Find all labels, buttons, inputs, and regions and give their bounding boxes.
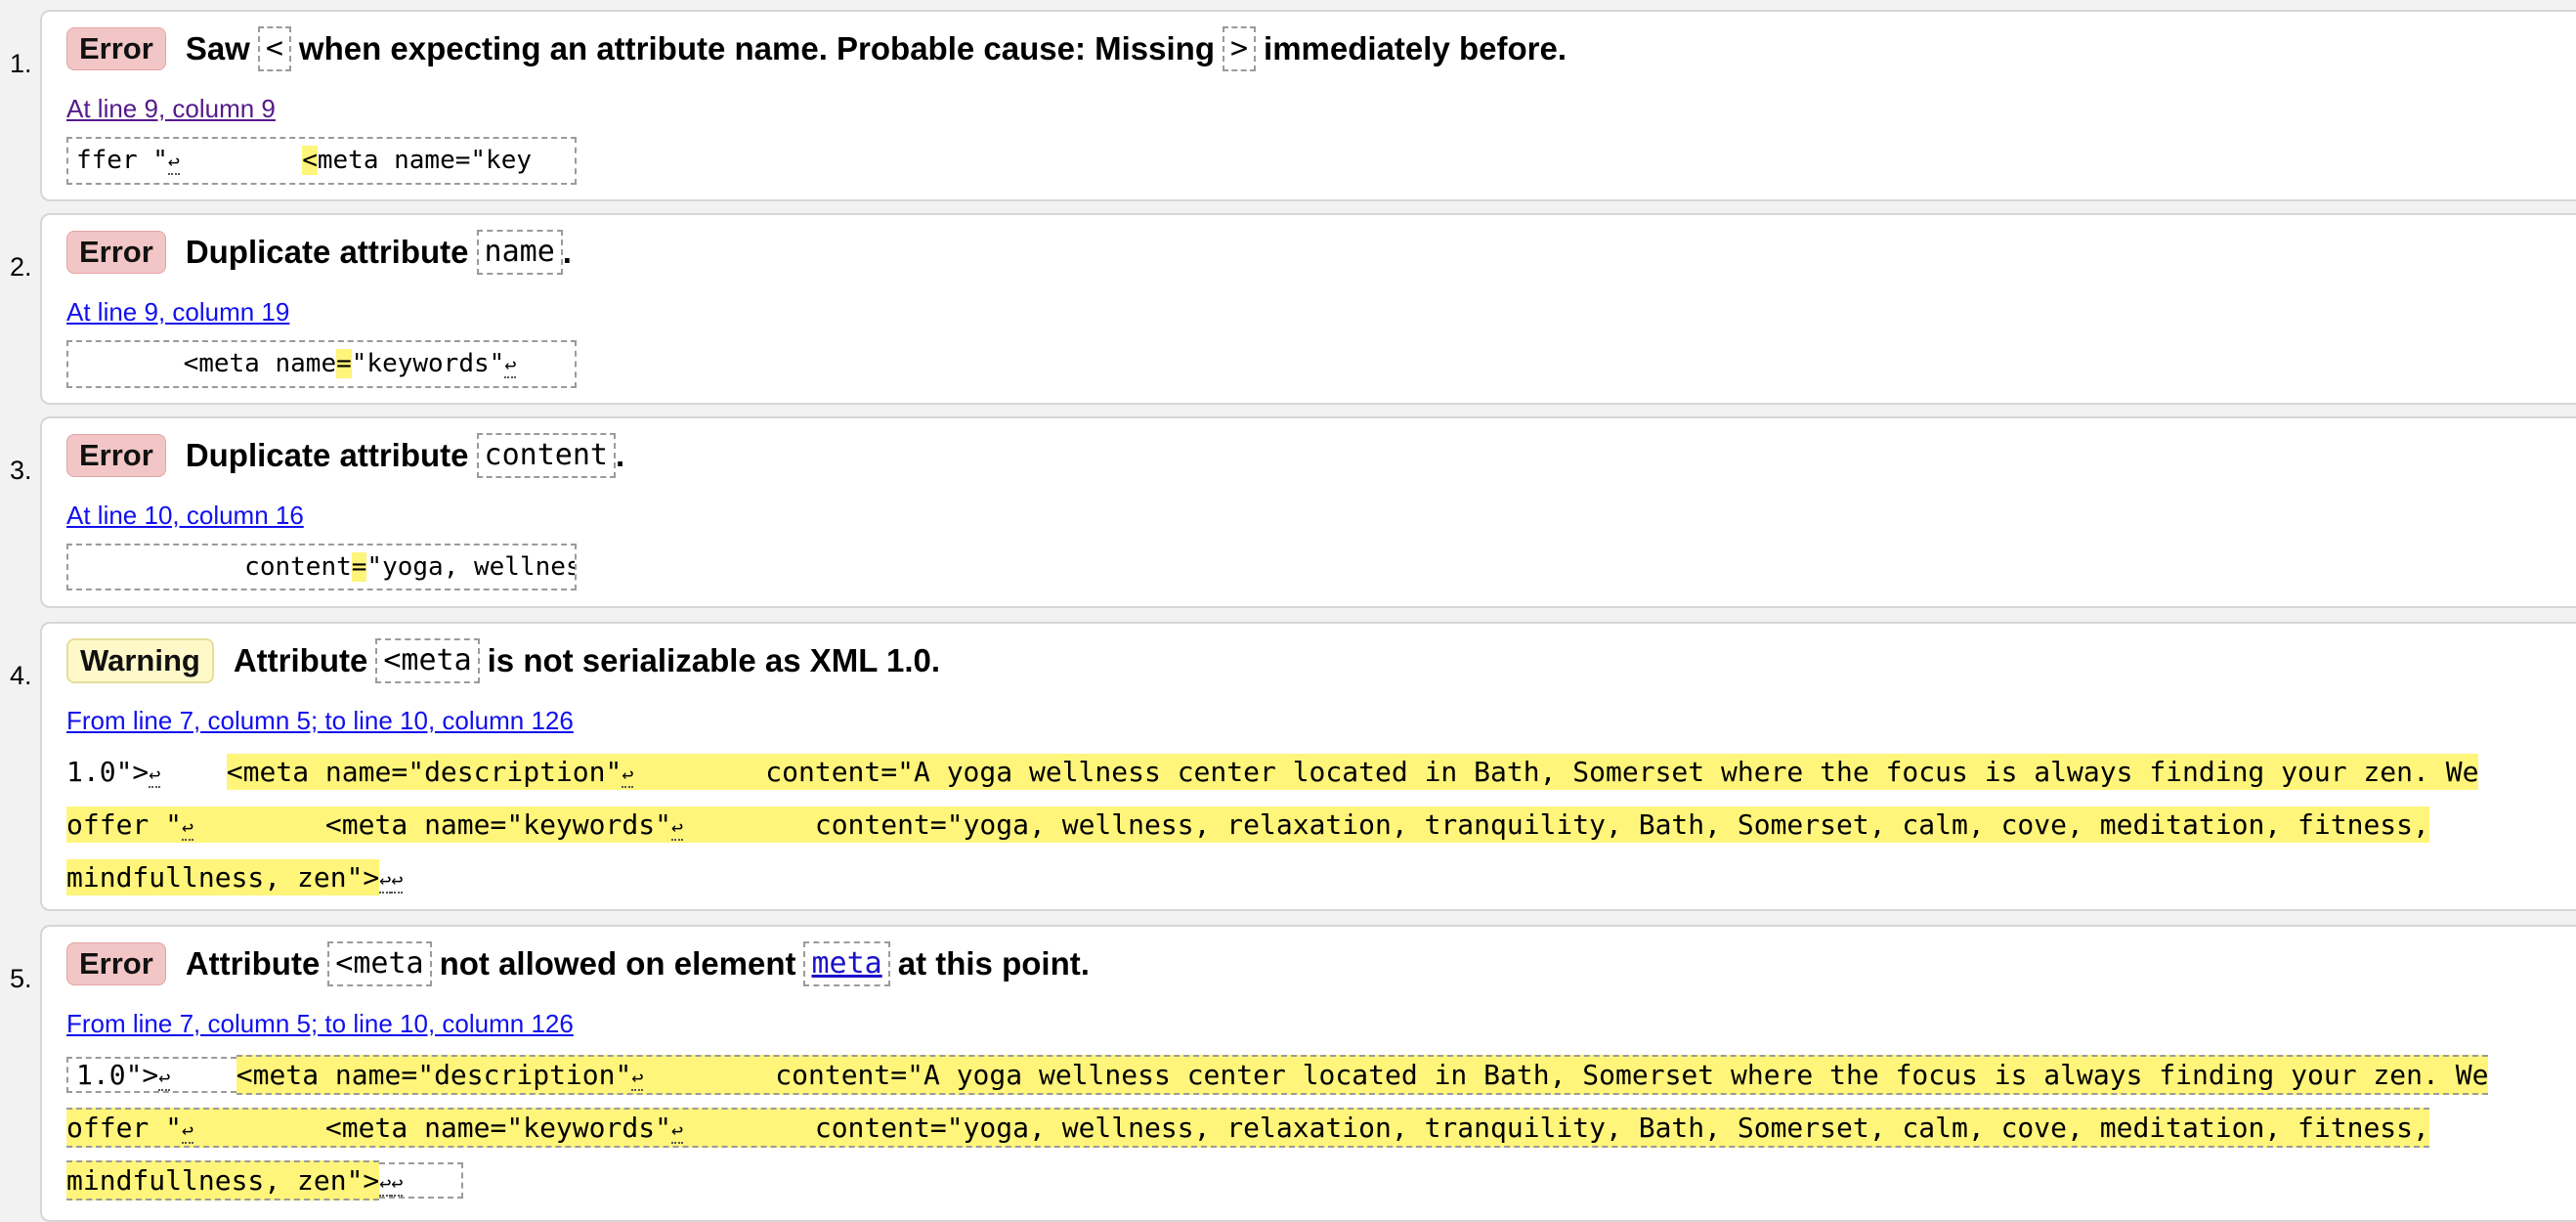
extract-text: "keywords" xyxy=(351,349,505,378)
message-card: Warning Attribute <meta is not serializa… xyxy=(40,622,2576,911)
return-glyph-icon: ↩ xyxy=(149,763,161,788)
message-number: 4. xyxy=(10,661,32,690)
extract-highlight: content="yoga, wellness, relaxation, tra… xyxy=(682,808,2429,841)
message-text: Attribute xyxy=(185,945,321,982)
code-fragment: < xyxy=(257,26,291,71)
source-extract: <meta name="keywords"↩ xyxy=(66,340,577,388)
message-item: 5. Error Attribute <meta not allowed on … xyxy=(0,925,2576,1222)
message-number: 3. xyxy=(10,456,32,485)
message-number: 1. xyxy=(10,49,32,78)
message-item: 4. Warning Attribute <meta is not serial… xyxy=(0,622,2576,911)
extract-highlight: offer " xyxy=(66,808,183,841)
message-number: 5. xyxy=(10,964,32,993)
extract-line: offer "↩ <meta name="keywords"↩ content=… xyxy=(66,1103,2549,1156)
message-text: immediately before. xyxy=(1264,30,1567,66)
extract-text: "yoga, wellnes xyxy=(366,552,577,582)
message-card: Error Saw < when expecting an attribute … xyxy=(40,10,2576,201)
return-glyph-icon: ↩ xyxy=(158,1066,171,1091)
extract-highlight: content="A yoga wellness center located … xyxy=(643,1059,2489,1091)
message-heading: Warning Attribute <meta is not serializa… xyxy=(66,638,940,683)
code-fragment: content xyxy=(476,433,616,478)
code-fragment: <meta xyxy=(327,941,432,986)
message-card: Error Attribute <meta not allowed on ele… xyxy=(40,925,2576,1222)
message-number: 2. xyxy=(10,252,32,282)
location-link[interactable]: At line 10, column 16 xyxy=(66,501,304,531)
location-link[interactable]: From line 7, column 5; to line 10, colum… xyxy=(66,706,574,736)
source-extract: content="yoga, wellnes xyxy=(66,544,577,590)
extract-highlight: mindfullness, zen"> xyxy=(66,861,380,894)
extract-highlight: mindfullness, zen"> xyxy=(66,1164,380,1197)
message-text: at this point. xyxy=(897,945,1090,982)
message-card: Error Duplicate attribute content . At l… xyxy=(40,416,2576,608)
warning-badge: Warning xyxy=(66,638,214,683)
return-glyph-icon: ↩ xyxy=(167,150,180,175)
error-badge: Error xyxy=(66,942,166,985)
extract-line: 1.0">↩ <meta name="description"↩ content… xyxy=(66,747,2549,800)
extract-highlight: <meta name="keywords" xyxy=(193,1112,671,1144)
extract-highlight: = xyxy=(336,349,352,378)
extract-line: 1.0">↩ <meta name="description"↩ content… xyxy=(66,1050,2549,1103)
location-link[interactable]: At line 9, column 9 xyxy=(66,94,276,124)
element-spec-link[interactable]: meta xyxy=(803,941,890,986)
return-glyph-icon: ↩ xyxy=(182,1118,194,1144)
extract-line: mindfullness, zen">↩↩ xyxy=(66,1156,2549,1208)
extract-line: offer "↩ <meta name="keywords"↩ content=… xyxy=(66,800,2549,852)
code-fragment: > xyxy=(1222,26,1257,71)
extract-highlight: <meta name="description" xyxy=(236,1059,632,1091)
message-text: Saw xyxy=(185,30,250,66)
extract-text: 1.0"> xyxy=(66,756,150,788)
extract-highlight: content="yoga, wellness, relaxation, tra… xyxy=(682,1112,2429,1144)
extract-highlight: <meta name="description" xyxy=(226,756,623,788)
extract-text: <meta name xyxy=(76,349,337,378)
return-glyph-icon: ↩ xyxy=(391,868,404,894)
code-fragment: <meta xyxy=(375,638,480,683)
message-item: 2. Error Duplicate attribute name . At l… xyxy=(0,213,2576,405)
extract-text: ffer " xyxy=(76,146,168,175)
return-glyph-icon: ↩ xyxy=(670,1118,683,1144)
extract-text: content xyxy=(76,552,352,582)
return-glyph-icon: ↩ xyxy=(379,1171,392,1197)
extract-highlight: offer " xyxy=(66,1112,183,1144)
message-text: not allowed on element xyxy=(439,945,796,982)
message-text: . xyxy=(615,437,625,473)
source-extract: 1.0">↩ <meta name="description"↩ content… xyxy=(66,1050,2549,1208)
extract-highlight: content="A yoga wellness center located … xyxy=(633,756,2479,788)
message-item: 3. Error Duplicate attribute content . A… xyxy=(0,416,2576,608)
return-glyph-icon: ↩ xyxy=(670,815,683,841)
message-heading: Error Attribute <meta not allowed on ele… xyxy=(66,941,1090,986)
return-glyph-icon: ↩ xyxy=(391,1171,404,1197)
message-heading: Error Duplicate attribute content . xyxy=(66,433,624,478)
message-text: when expecting an attribute name. Probab… xyxy=(298,30,1215,66)
location-link[interactable]: At line 9, column 19 xyxy=(66,297,289,327)
location-link[interactable]: From line 7, column 5; to line 10, colum… xyxy=(66,1009,574,1039)
message-text: is not serializable as XML 1.0. xyxy=(487,642,941,678)
message-text: Attribute xyxy=(233,642,368,678)
code-fragment: name xyxy=(476,230,563,275)
extract-line: mindfullness, zen">↩↩ xyxy=(66,852,2549,905)
return-glyph-icon: ↩ xyxy=(631,1066,644,1091)
message-heading: Error Saw < when expecting an attribute … xyxy=(66,26,1567,71)
extract-text: 1.0"> xyxy=(76,1059,159,1091)
extract-highlight: = xyxy=(351,552,367,582)
message-text: Duplicate attribute xyxy=(185,234,469,270)
extract-highlight: <meta name="keywords" xyxy=(193,808,671,841)
error-badge: Error xyxy=(66,231,166,274)
message-card: Error Duplicate attribute name . At line… xyxy=(40,213,2576,405)
validator-results: 1. Error Saw < when expecting an attribu… xyxy=(0,0,2576,1222)
extract-text xyxy=(180,146,302,175)
return-glyph-icon: ↩ xyxy=(504,353,517,378)
source-extract: ffer "↩ <meta name="key xyxy=(66,137,577,185)
message-text: . xyxy=(562,234,572,270)
error-badge: Error xyxy=(66,27,166,70)
return-glyph-icon: ↩ xyxy=(379,868,392,894)
source-extract: 1.0">↩ <meta name="description"↩ content… xyxy=(66,747,2549,905)
message-heading: Error Duplicate attribute name . xyxy=(66,230,572,275)
message-item: 1. Error Saw < when expecting an attribu… xyxy=(0,10,2576,201)
extract-highlight: < xyxy=(302,146,318,175)
return-glyph-icon: ↩ xyxy=(182,815,194,841)
message-text: Duplicate attribute xyxy=(185,437,469,473)
error-badge: Error xyxy=(66,434,166,477)
extract-text: meta name="key xyxy=(317,146,533,175)
return-glyph-icon: ↩ xyxy=(622,763,634,788)
